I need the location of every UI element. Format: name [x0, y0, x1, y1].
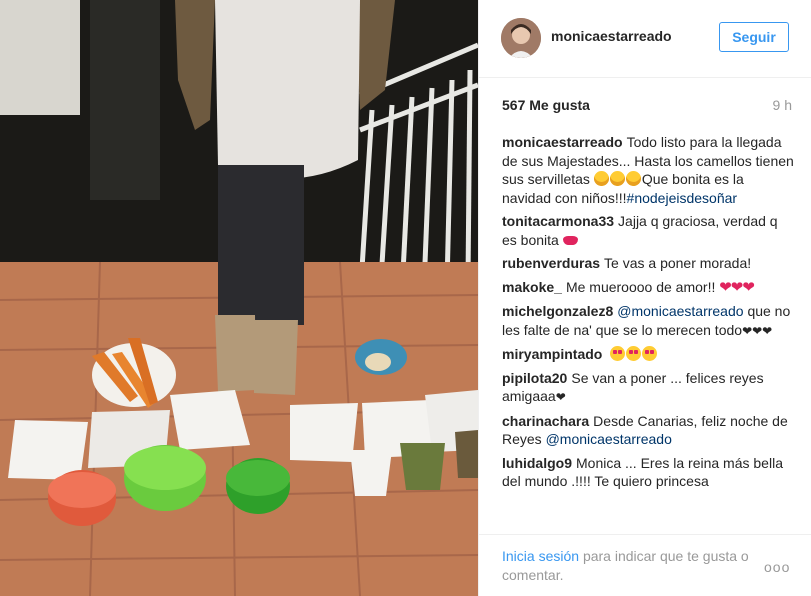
avatar-image [501, 18, 541, 58]
likes-count[interactable]: 567 Me gusta [502, 97, 590, 113]
comment-item: pipilota20 Se van a poner ... felices rey… [502, 369, 794, 407]
comment-item: makoke_ Me mueroooo de amor!! ❤❤❤ [502, 278, 794, 298]
comment-author[interactable]: miryampintado [502, 346, 602, 362]
caption: monicaestarreado Todo listo para la llega… [502, 133, 794, 207]
comment-item: charinachara Desde Canarias, feliz noche … [502, 412, 794, 449]
photo-illustration [0, 0, 478, 596]
comment-author[interactable]: tonitacarmona33 [502, 213, 614, 229]
post-header: monicaestarreado Seguir [479, 0, 811, 78]
comment-item: luhidalgo9 Monica ... Eres la reina más b… [502, 454, 794, 491]
lips-emoji-icon [562, 235, 578, 245]
post-side-panel: monicaestarreado Seguir 567 Me gusta 9 h… [478, 0, 811, 596]
heart-eyes-emoji-icon [610, 346, 658, 362]
comment-item: michelgonzalez8 @monicaestarreado que no … [502, 302, 794, 340]
black-hearts-emoji-icon: ❤❤❤ [742, 323, 773, 338]
comment-author[interactable]: rubenverduras [502, 255, 600, 271]
black-heart-emoji-icon: ❤ [555, 390, 566, 404]
likes-row: 567 Me gusta 9 h [502, 97, 792, 115]
avatar[interactable] [501, 18, 541, 58]
comment-author[interactable]: monicaestarreado [502, 134, 623, 150]
comment-item: tonitacarmona33 Jajja q graciosa, verdad … [502, 212, 794, 249]
login-link[interactable]: Inicia sesión [502, 548, 579, 564]
comment-text: Me mueroooo de amor!! [565, 278, 716, 295]
comment-author[interactable]: luhidalgo9 [502, 455, 572, 471]
comment-text: Te vas a poner morada! [604, 255, 752, 271]
post-photo[interactable] [0, 0, 478, 596]
more-options-icon[interactable]: ooo [764, 559, 790, 575]
mention-link[interactable]: @monicaestarreado [546, 431, 672, 447]
comment-item: miryampintado [502, 345, 794, 364]
login-footer: Inicia sesión para indicar que te gusta … [479, 534, 811, 596]
comment-author[interactable]: makoke_ [502, 279, 562, 295]
login-prompt: Inicia sesión para indicar que te gusta … [502, 547, 772, 585]
post-username[interactable]: monicaestarreado [551, 28, 672, 44]
comment-author[interactable]: pipilota20 [502, 370, 567, 386]
comment-item: rubenverduras Te vas a poner morada! [502, 254, 794, 273]
post-time[interactable]: 9 h [773, 97, 792, 113]
comments-list: monicaestarreado Todo listo para la llega… [502, 133, 794, 528]
laughing-emoji-icon [593, 171, 642, 187]
red-hearts-emoji-icon: ❤❤❤ [719, 278, 755, 296]
comment-author[interactable]: charinachara [502, 413, 589, 429]
follow-button[interactable]: Seguir [719, 22, 789, 52]
hashtag-link[interactable]: #nodejeisdesoñar [627, 190, 738, 206]
mention-link[interactable]: @monicaestarreado [617, 303, 743, 319]
comment-author[interactable]: michelgonzalez8 [502, 303, 613, 319]
